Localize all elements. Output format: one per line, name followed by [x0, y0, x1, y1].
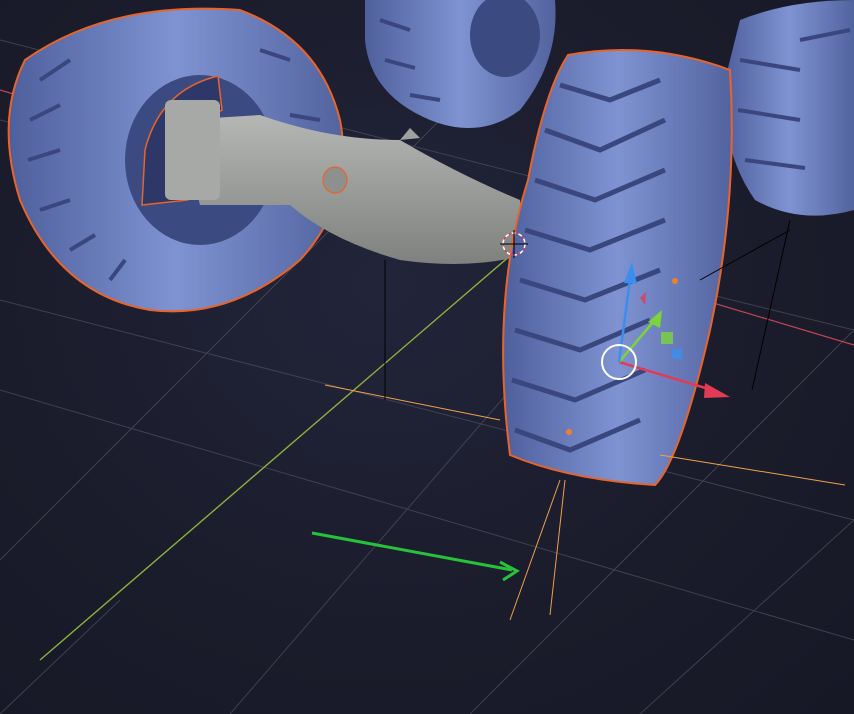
viewport-scene[interactable]: [0, 0, 854, 714]
gizmo-plane-handle[interactable]: [672, 349, 682, 359]
tire-right-back[interactable]: [724, 0, 854, 216]
origin-point[interactable]: [672, 278, 678, 284]
tire-front-right[interactable]: [502, 49, 733, 487]
annotation-arrow: [311, 531, 520, 582]
tire-rear-mid[interactable]: [365, 0, 556, 128]
gizmo-x-arrow-icon[interactable]: [704, 383, 730, 398]
arrow-head-icon: [499, 560, 520, 582]
3d-viewport[interactable]: [0, 0, 854, 714]
gizmo-plane-handle[interactable]: [661, 332, 673, 344]
origin-point[interactable]: [566, 429, 572, 435]
